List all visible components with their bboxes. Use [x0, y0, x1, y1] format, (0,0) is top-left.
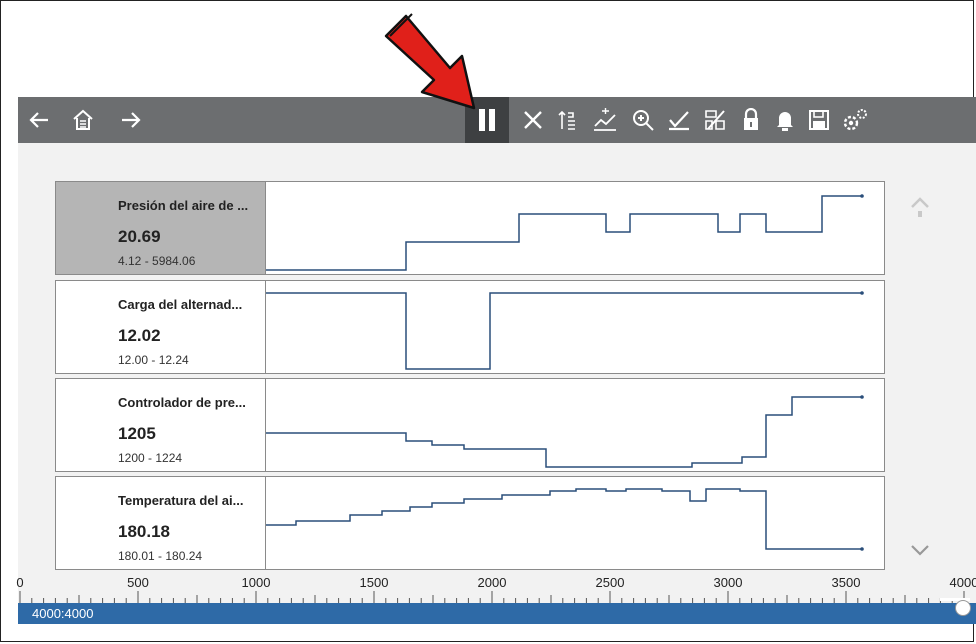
ruler-ticks	[19, 591, 965, 603]
chevron-up-icon	[911, 197, 929, 217]
forward-arrow-icon[interactable]	[116, 97, 146, 143]
pid-trace-end-marker	[860, 395, 864, 399]
pid-value: 1205	[118, 424, 156, 443]
pid-name: Presión del aire de ...	[118, 198, 249, 213]
status-bar: 4000:4000	[18, 603, 976, 624]
position-readout: 4000:4000	[32, 606, 94, 621]
pid-value: 20.69	[118, 227, 161, 246]
graph-scale-icon[interactable]	[590, 97, 620, 143]
record-icon[interactable]	[700, 97, 730, 143]
pid-trace-end-marker	[860, 291, 864, 295]
sort-icon[interactable]	[554, 97, 584, 143]
pid-row[interactable]: Controlador de pre... 1205 1200 - 1224	[55, 378, 885, 474]
slider-handle[interactable]	[955, 600, 971, 616]
ruler-tick-label: 500	[127, 575, 149, 590]
pid-range: 4.12 - 5984.06	[118, 254, 196, 268]
pid-label-panel[interactable]: Temperatura del ai... 180.18 180.01 - 18…	[55, 476, 266, 570]
pid-trace-svg	[266, 291, 864, 370]
pid-label-panel[interactable]: Presión del aire de ... 20.69 4.12 - 598…	[55, 181, 266, 275]
pid-label-panel[interactable]: Controlador de pre... 1205 1200 - 1224	[55, 378, 266, 472]
pid-name: Carga del alternad...	[118, 297, 243, 312]
pid-trace-end-marker	[860, 194, 864, 198]
check-icon[interactable]	[664, 97, 694, 143]
pid-range: 180.01 - 180.24	[118, 549, 203, 563]
pid-row[interactable]: Carga del alternad... 12.02 12.00 - 12.2…	[55, 280, 885, 376]
bell-icon[interactable]	[772, 97, 798, 143]
ruler-tick-label: 3000	[713, 575, 743, 590]
pid-row[interactable]: Presión del aire de ... 20.69 4.12 - 598…	[55, 181, 885, 277]
close-icon[interactable]	[518, 97, 548, 143]
ruler-tick-label: 1000	[241, 575, 271, 590]
pid-value: 180.18	[118, 522, 170, 541]
time-ruler[interactable]: 0 500 1000 1500 2000 2500 3000 3500 4000	[16, 573, 976, 603]
scroll-up-button[interactable]	[905, 193, 935, 223]
pid-trace	[266, 396, 862, 468]
ruler-tick-label: 4000	[949, 575, 976, 590]
ruler-tick-label: 2000	[477, 575, 507, 590]
pid-trace-svg	[266, 395, 864, 468]
chevron-down-icon	[911, 545, 929, 556]
pid-name: Controlador de pre...	[118, 395, 246, 410]
pid-trace	[266, 195, 862, 271]
save-icon[interactable]	[806, 97, 832, 143]
ruler-tick-label: 3500	[831, 575, 861, 590]
back-arrow-icon[interactable]	[24, 97, 54, 143]
ruler-tick-label: 2500	[595, 575, 625, 590]
pid-graph[interactable]	[266, 476, 885, 570]
pid-range: 1200 - 1224	[118, 451, 183, 465]
zoom-icon[interactable]	[628, 97, 658, 143]
pid-name: Temperatura del ai...	[118, 493, 244, 508]
lock-icon[interactable]	[738, 97, 764, 143]
pid-graph[interactable]	[266, 378, 885, 472]
callout-arrow-icon	[384, 13, 476, 110]
pid-row[interactable]: Temperatura del ai... 180.18 180.01 - 18…	[55, 476, 885, 572]
pid-graph[interactable]	[266, 280, 885, 374]
scroll-down-button[interactable]	[905, 538, 935, 562]
pid-trace	[266, 488, 862, 550]
pid-trace-svg	[266, 194, 864, 271]
pid-graph[interactable]	[266, 181, 885, 275]
pid-value: 12.02	[118, 326, 161, 345]
ruler-tick-label: 1500	[359, 575, 389, 590]
pid-range: 12.00 - 12.24	[118, 353, 189, 367]
pid-label-panel[interactable]: Carga del alternad... 12.02 12.00 - 12.2…	[55, 280, 266, 374]
home-icon[interactable]	[68, 97, 98, 143]
settings-icon[interactable]	[840, 97, 870, 143]
pid-trace-svg	[266, 488, 864, 551]
pid-trace	[266, 292, 862, 370]
ruler-tick-label: 0	[16, 575, 24, 590]
pid-trace-end-marker	[860, 547, 864, 551]
